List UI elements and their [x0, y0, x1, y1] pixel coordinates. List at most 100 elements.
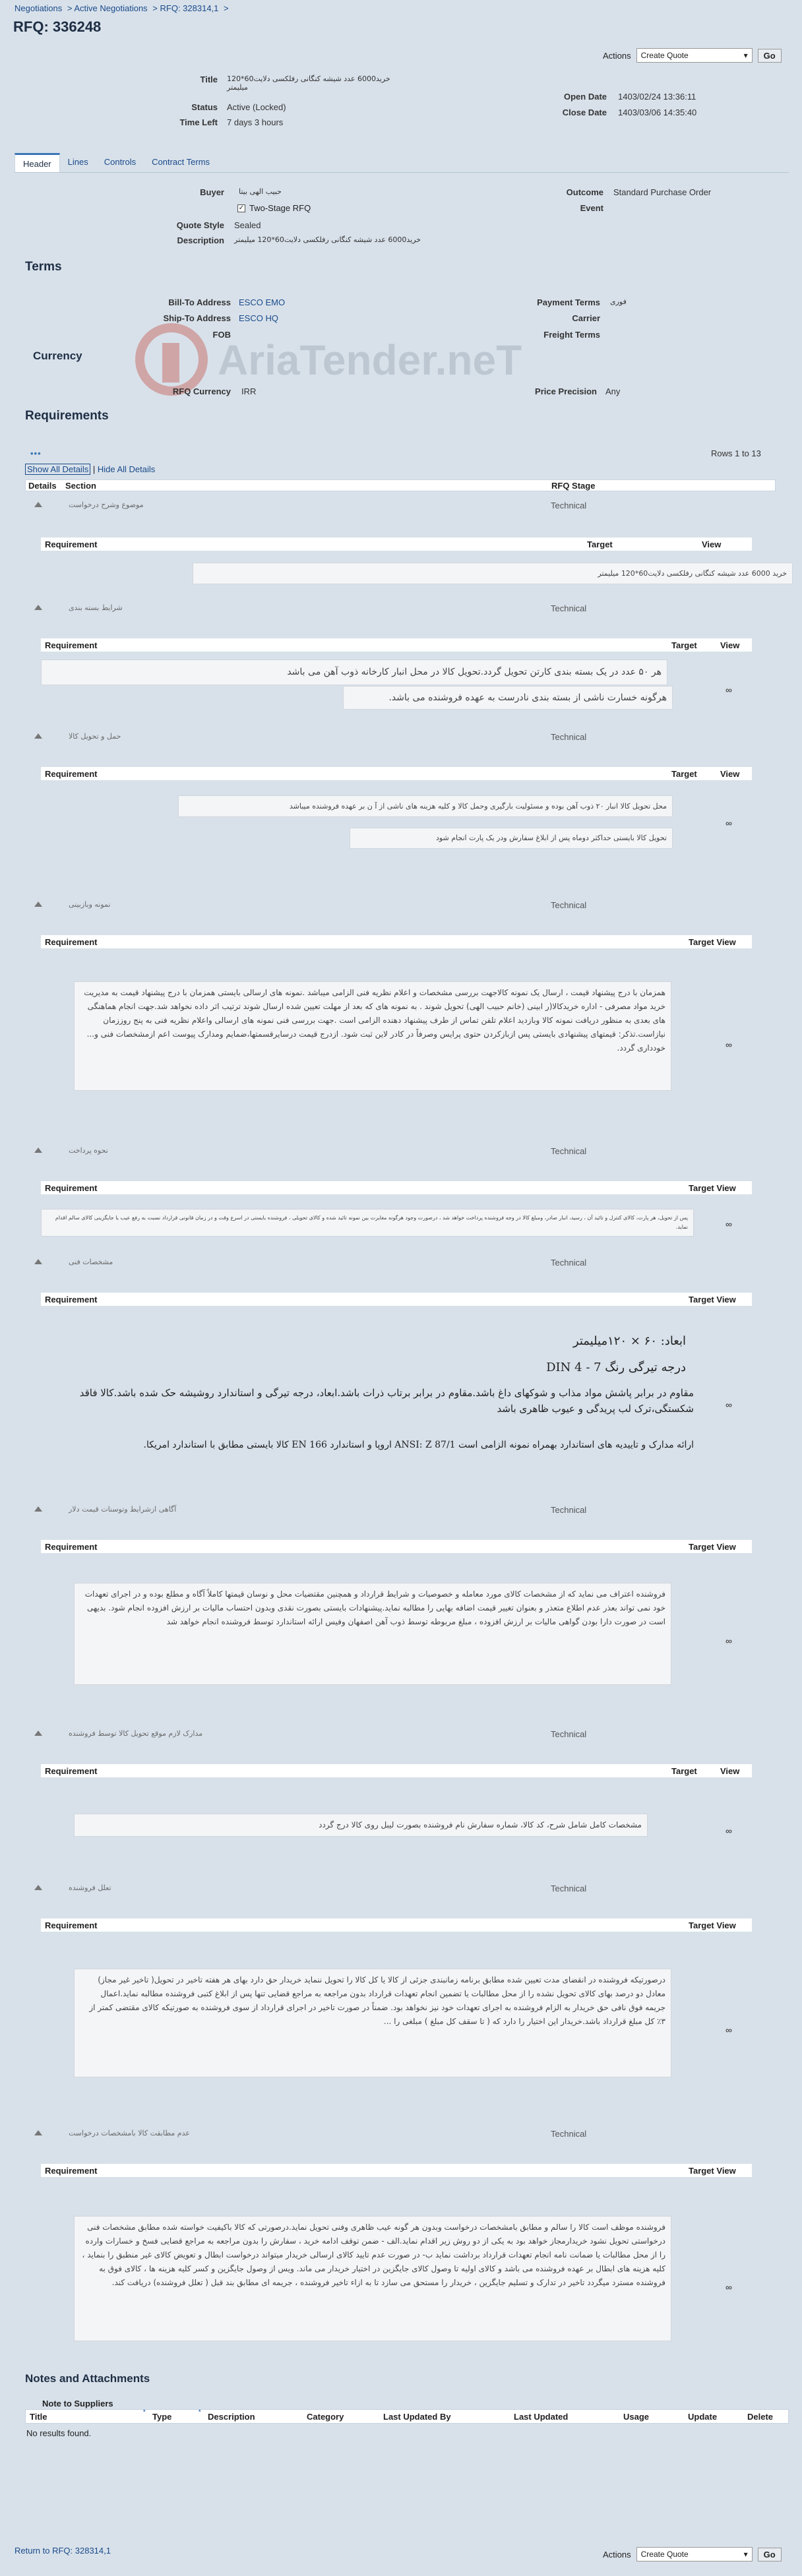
tab-header[interactable]: Header: [15, 153, 60, 173]
footer-actions-select[interactable]: Create Quote ▾: [636, 2547, 753, 2561]
requirement-section-name: حمل و تحویل کالا: [69, 732, 121, 741]
requirement-section-name: مدارک لازم موقع تحویل کالا توسط فروشنده: [69, 1729, 203, 1738]
footer-go-button[interactable]: Go: [757, 2547, 782, 2561]
requirement-stage: Technical: [551, 2129, 587, 2139]
go-button[interactable]: Go: [757, 48, 782, 63]
tab-contract-terms[interactable]: Contract Terms: [144, 153, 218, 173]
event-label: Event: [580, 203, 603, 213]
notes-col-last-updated-by: Last Updated By: [383, 2411, 451, 2422]
view-icon[interactable]: ∞: [725, 1825, 732, 1836]
rows-info: Rows 1 to 13: [711, 448, 761, 458]
col-target-view: Target View: [689, 936, 736, 947]
spec-line: ارائه مدارک و تاییدیه های استاندارد بهمر…: [143, 1440, 694, 1450]
notes-col-category: Category: [307, 2411, 344, 2422]
col-target-view: Target View: [689, 1182, 736, 1193]
currency-heading: Currency: [33, 350, 82, 362]
col-requirement: Requirement: [45, 1765, 98, 1776]
breadcrumb-rfq[interactable]: RFQ: 328314,1: [160, 3, 219, 13]
chevron-down-icon: ▾: [743, 51, 748, 60]
view-icon[interactable]: ∞: [725, 1219, 732, 1229]
breadcrumb: Negotiations > Active Negotiations > RFQ…: [15, 3, 229, 13]
description-label: Description: [177, 235, 224, 245]
col-target: Target: [671, 1765, 697, 1776]
notes-col-delete: Delete: [747, 2411, 774, 2422]
expand-toggle-icon[interactable]: [34, 1731, 42, 1736]
expand-toggle-icon[interactable]: [34, 1885, 42, 1890]
view-icon[interactable]: ∞: [725, 2282, 732, 2292]
requirement-subtable-header: Requirement Target View: [41, 1918, 752, 1932]
notes-col-description: Description: [208, 2411, 255, 2422]
col-view: View: [702, 539, 722, 549]
tab-controls[interactable]: Controls: [96, 153, 144, 173]
requirement-section-name: نمونه وبازبینی: [69, 900, 111, 909]
col-requirement: Requirement: [45, 936, 98, 947]
requirement-stage: Technical: [551, 1884, 587, 1893]
outcome-label: Outcome: [566, 187, 603, 197]
requirement-subtable-header: Requirement Target View: [41, 935, 752, 948]
view-icon[interactable]: ∞: [725, 1039, 732, 1050]
requirement-section-name: تعلل فروشنده: [69, 1884, 111, 1892]
breadcrumb-negotiations[interactable]: Negotiations: [15, 3, 62, 13]
col-rfq-stage: RFQ Stage: [551, 480, 596, 491]
notes-col-update: Update: [688, 2411, 718, 2422]
requirement-stage: Technical: [551, 1146, 587, 1156]
col-requirement: Requirement: [45, 768, 98, 779]
view-icon[interactable]: ∞: [725, 1399, 732, 1410]
expand-toggle-icon[interactable]: [34, 605, 42, 610]
description-value: خرید6000 عدد شیشه کنگانی رفلکسی دلایت60*…: [234, 235, 421, 244]
expand-toggle-icon[interactable]: [34, 2130, 42, 2135]
chevron-down-icon: ▾: [743, 2550, 748, 2559]
requirement-section-name: عدم مطابقت کالا بامشخصات درخواست: [69, 2129, 190, 2137]
hide-all-details-link[interactable]: Hide All Details: [98, 464, 155, 474]
view-icon[interactable]: ∞: [725, 685, 732, 695]
col-section: Section: [65, 480, 96, 491]
show-all-details-link[interactable]: Show All Details: [25, 464, 91, 475]
note-to-suppliers: Note to Suppliers: [42, 2399, 113, 2408]
tab-bar: Header Lines Controls Contract Terms: [15, 153, 218, 173]
return-link[interactable]: Return to RFQ: 328314,1: [15, 2546, 111, 2556]
tab-lines[interactable]: Lines: [60, 153, 96, 173]
payment-terms-label: Payment Terms: [537, 297, 600, 307]
requirement-stage: Technical: [551, 501, 587, 510]
expand-toggle-icon[interactable]: [34, 1506, 42, 1512]
watermark-text: AriaTender.neT: [218, 336, 522, 384]
col-requirement: Requirement: [45, 1294, 98, 1304]
two-stage-checkbox[interactable]: ✓: [237, 204, 245, 212]
buyer-label: Buyer: [200, 187, 224, 197]
breadcrumb-active-negotiations[interactable]: Active Negotiations: [74, 3, 147, 13]
footer-actions-bar: Actions Create Quote ▾ Go: [603, 2547, 782, 2561]
rfq-currency-label: RFQ Currency: [172, 386, 231, 396]
spec-line: درجه تیرگی رنگ DIN 4 - 7: [546, 1361, 686, 1374]
col-target: Target: [587, 539, 613, 549]
price-precision-value: Any: [605, 386, 621, 396]
view-icon[interactable]: ∞: [725, 818, 732, 828]
col-requirement: Requirement: [45, 2165, 98, 2176]
more-icon[interactable]: •••: [30, 448, 42, 458]
view-icon[interactable]: ∞: [725, 2025, 732, 2035]
expand-toggle-icon[interactable]: [34, 733, 42, 739]
expand-toggle-icon[interactable]: [34, 1259, 42, 1264]
detail-toggles: Show All Details | Hide All Details: [25, 464, 155, 475]
actions-selected: Create Quote: [640, 51, 689, 60]
requirement-text: خرید 6000 عدد شیشه کنگانی رفلکسی دلایت60…: [193, 563, 793, 585]
view-icon[interactable]: ∞: [725, 1636, 732, 1646]
notes-col-title: Title: [30, 2411, 47, 2422]
expand-toggle-icon[interactable]: [34, 902, 42, 907]
requirement-section-name: نحوه پرداخت: [69, 1146, 108, 1155]
expand-toggle-icon[interactable]: [34, 1148, 42, 1153]
col-requirement: Requirement: [45, 1920, 98, 1930]
requirement-text: فروشنده موظف است کالا را سالم و مطابق با…: [74, 2216, 671, 2341]
requirement-section-name: آگاهی ازشرایط وتوسنات قیمت دلار: [69, 1505, 177, 1514]
bill-to-label: Bill-To Address: [168, 297, 231, 307]
col-requirement: Requirement: [45, 1541, 98, 1552]
requirement-stage: Technical: [551, 732, 587, 742]
bill-to-value[interactable]: ESCO EMO: [239, 297, 285, 307]
requirement-section-name: مشخصات فنی: [69, 1258, 113, 1266]
requirement-text: همزمان با درج پیشنهاد قیمت ، ارسال یک نم…: [74, 981, 671, 1091]
requirement-text: هر ۵۰ عدد در یک بسته بندی کارتن تحویل گر…: [41, 659, 667, 685]
notes-col-usage: Usage: [623, 2411, 650, 2422]
footer-actions-selected: Create Quote: [640, 2550, 689, 2559]
actions-select[interactable]: Create Quote ▾: [636, 48, 753, 63]
requirement-section-name: شرایط بسته بندی: [69, 603, 123, 612]
expand-toggle-icon[interactable]: [34, 502, 42, 507]
